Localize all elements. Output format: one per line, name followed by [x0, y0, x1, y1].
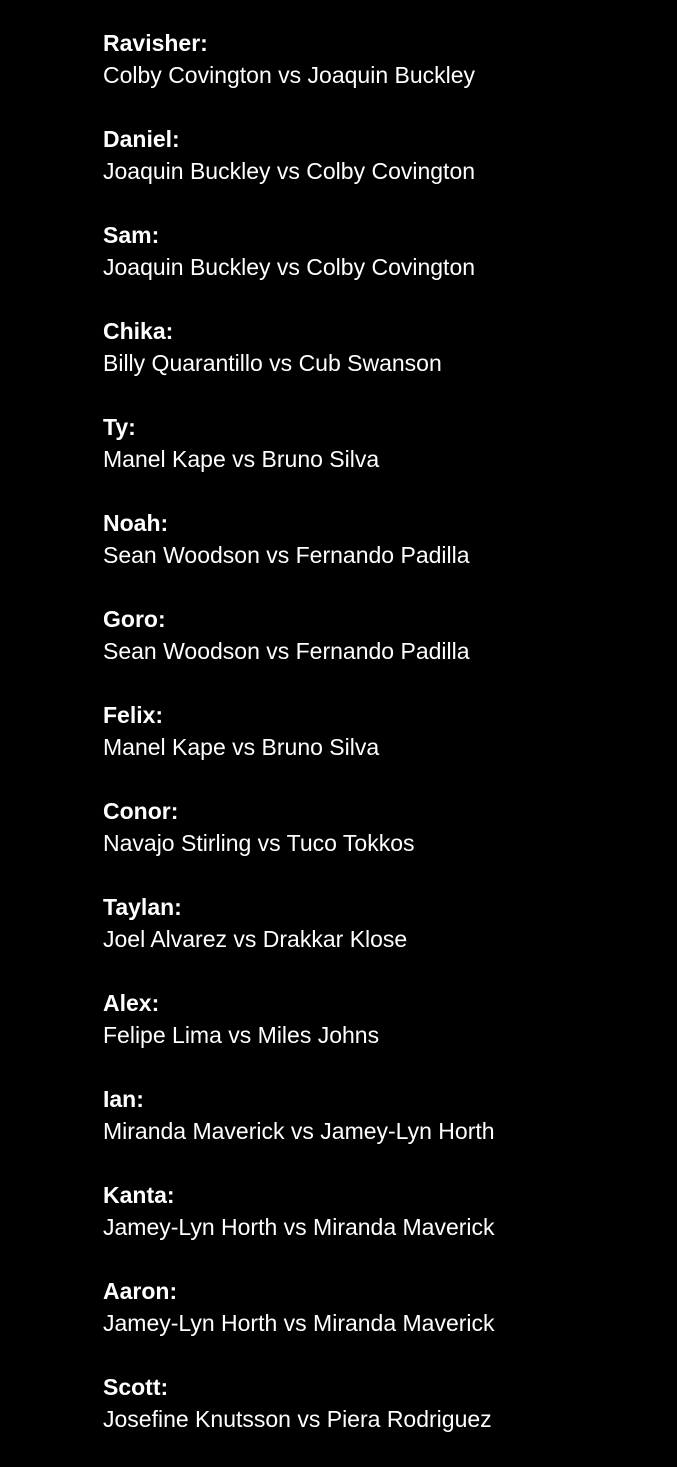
pick-entry: Scott: Josefine Knutsson vs Piera Rodrig… — [103, 1371, 663, 1467]
pick-fight: Billy Quarantillo vs Cub Swanson — [103, 350, 442, 376]
pick-author: Alex: — [103, 990, 160, 1016]
pick-fight: Joaquin Buckley vs Colby Covington — [103, 158, 476, 184]
pick-fight: Joel Alvarez vs Drakkar Klose — [103, 926, 408, 952]
pick-entry: Kanta: Jamey-Lyn Horth vs Miranda Maveri… — [103, 1179, 663, 1275]
pick-entry: Aaron: Jamey-Lyn Horth vs Miranda Maveri… — [103, 1275, 663, 1371]
pick-fight: Joaquin Buckley vs Colby Covington — [103, 254, 476, 280]
pick-entry: Ravisher: Colby Covington vs Joaquin Buc… — [103, 27, 663, 123]
pick-author: Felix: — [103, 702, 164, 728]
pick-fight: Manel Kape vs Bruno Silva — [103, 734, 380, 760]
pick-entry: Noah: Sean Woodson vs Fernando Padilla — [103, 507, 663, 603]
pick-entry: Goro: Sean Woodson vs Fernando Padilla — [103, 603, 663, 699]
pick-entry: Alex: Felipe Lima vs Miles Johns — [103, 987, 663, 1083]
pick-fight: Miranda Maverick vs Jamey-Lyn Horth — [103, 1118, 495, 1144]
pick-fight: Jamey-Lyn Horth vs Miranda Maverick — [103, 1214, 495, 1240]
pick-author: Ravisher: — [103, 30, 208, 56]
pick-entry: Sam: Joaquin Buckley vs Colby Covington — [103, 219, 663, 315]
pick-author: Sam: — [103, 222, 160, 248]
pick-entry: Taylan: Joel Alvarez vs Drakkar Klose — [103, 891, 663, 987]
pick-entry: Conor: Navajo Stirling vs Tuco Tokkos — [103, 795, 663, 891]
pick-author: Taylan: — [103, 894, 182, 920]
pick-fight: Colby Covington vs Joaquin Buckley — [103, 62, 476, 88]
pick-entry: Ian: Miranda Maverick vs Jamey-Lyn Horth — [103, 1083, 663, 1179]
pick-author: Conor: — [103, 798, 179, 824]
pick-fight: Navajo Stirling vs Tuco Tokkos — [103, 830, 415, 856]
pick-author: Daniel: — [103, 126, 180, 152]
pick-fight: Manel Kape vs Bruno Silva — [103, 446, 380, 472]
pick-author: Scott: — [103, 1374, 169, 1400]
picks-list: Ravisher: Colby Covington vs Joaquin Buc… — [103, 27, 663, 1467]
pick-author: Goro: — [103, 606, 166, 632]
pick-fight: Jamey-Lyn Horth vs Miranda Maverick — [103, 1310, 495, 1336]
pick-author: Chika: — [103, 318, 174, 344]
pick-entry: Chika: Billy Quarantillo vs Cub Swanson — [103, 315, 663, 411]
pick-author: Ty: — [103, 414, 136, 440]
pick-author: Ian: — [103, 1086, 144, 1112]
pick-fight: Josefine Knutsson vs Piera Rodriguez — [103, 1406, 492, 1432]
pick-fight: Sean Woodson vs Fernando Padilla — [103, 638, 470, 664]
pick-author: Noah: — [103, 510, 169, 536]
pick-fight: Felipe Lima vs Miles Johns — [103, 1022, 380, 1048]
pick-entry: Ty: Manel Kape vs Bruno Silva — [103, 411, 663, 507]
pick-fight: Sean Woodson vs Fernando Padilla — [103, 542, 470, 568]
pick-author: Kanta: — [103, 1182, 175, 1208]
pick-entry: Daniel: Joaquin Buckley vs Colby Covingt… — [103, 123, 663, 219]
pick-author: Aaron: — [103, 1278, 178, 1304]
pick-entry: Felix: Manel Kape vs Bruno Silva — [103, 699, 663, 795]
